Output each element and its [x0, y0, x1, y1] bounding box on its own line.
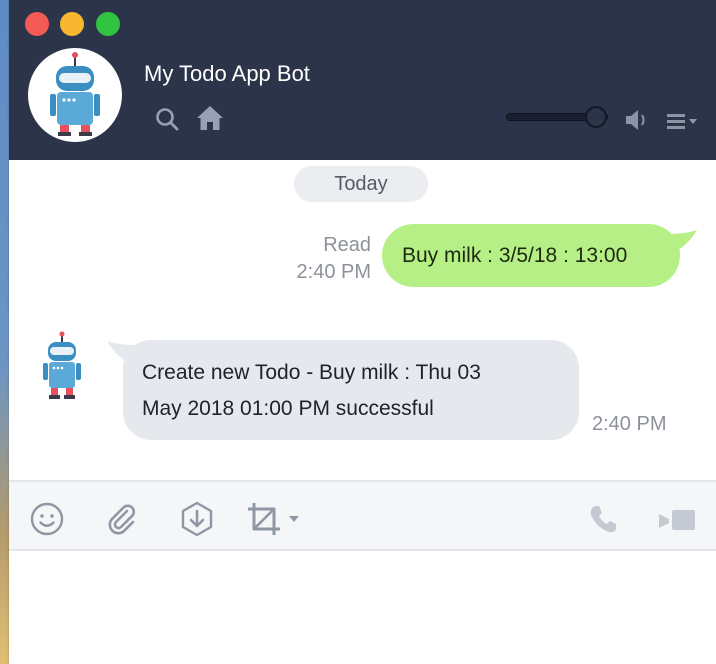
compose-toolbar — [9, 480, 716, 551]
chat-title: My Todo App Bot — [144, 61, 310, 86]
message-line: Create new Todo - Buy milk : Thu 03 — [142, 361, 481, 384]
outgoing-message-bubble[interactable]: Buy milk : 3/5/18 : 13:00 — [382, 224, 680, 287]
chat-window: My Todo App Bot Today Read 2:40 PM Buy m… — [9, 0, 716, 664]
date-separator: Today — [294, 166, 428, 202]
video-camera-icon[interactable] — [657, 506, 697, 534]
phone-icon[interactable] — [587, 503, 619, 535]
message-timestamp: 2:40 PM — [592, 413, 667, 435]
robot-icon[interactable] — [39, 330, 85, 402]
window-maximize-button[interactable] — [96, 12, 120, 36]
menu-icon[interactable] — [665, 111, 701, 131]
attach-icon[interactable] — [104, 501, 140, 537]
emoji-icon[interactable] — [29, 501, 65, 537]
message-timestamp: 2:40 PM — [296, 261, 371, 283]
incoming-message-bubble[interactable]: Create new Todo - Buy milk : Thu 03 May … — [123, 340, 579, 440]
robot-icon — [50, 52, 100, 136]
message-line: May 2018 01:00 PM successful — [142, 397, 434, 420]
crop-icon[interactable] — [245, 500, 283, 538]
chevron-down-icon[interactable] — [287, 514, 301, 524]
message-input[interactable] — [9, 551, 716, 664]
read-receipt: Read — [323, 234, 371, 256]
download-icon[interactable] — [179, 501, 215, 537]
search-icon[interactable] — [154, 106, 180, 132]
window-minimize-button[interactable] — [60, 12, 84, 36]
volume-slider[interactable] — [506, 106, 608, 128]
window-close-button[interactable] — [25, 12, 49, 36]
volume-thumb[interactable] — [584, 106, 607, 128]
bot-avatar[interactable] — [28, 48, 122, 142]
chat-header: My Todo App Bot — [9, 0, 716, 160]
home-icon[interactable] — [195, 104, 225, 132]
message-list[interactable]: Today Read 2:40 PM Buy milk : 3/5/18 : 1… — [9, 160, 716, 480]
speaker-icon[interactable] — [623, 107, 649, 133]
